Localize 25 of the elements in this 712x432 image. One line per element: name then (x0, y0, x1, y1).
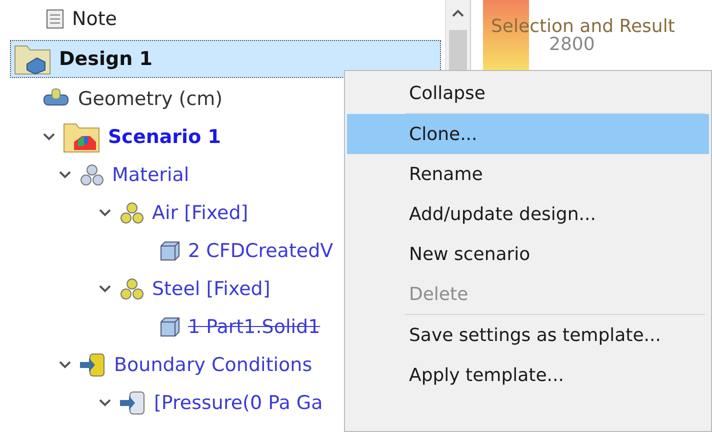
spheres-icon (118, 277, 146, 301)
tree-item-label[interactable]: Steel [Fixed] (152, 278, 270, 300)
tree-item-label[interactable]: Design 1 (59, 48, 152, 70)
menu-item[interactable]: Clone... (347, 114, 709, 154)
menu-item[interactable]: Add/update design... (347, 194, 709, 234)
menu-item[interactable]: New scenario (347, 234, 709, 274)
cube-icon (158, 239, 182, 263)
tree-item-label[interactable]: Scenario 1 (108, 126, 221, 148)
menu-item[interactable]: Apply template... (347, 355, 709, 395)
legend-tick-label: 2800 (549, 37, 596, 53)
tree-item-label[interactable]: 2 CFDCreatedV (188, 240, 334, 262)
tree-item-label[interactable]: Geometry (cm) (78, 88, 223, 110)
cube-icon (158, 315, 182, 339)
tree-item-highlight[interactable]: Design 1 (10, 40, 441, 78)
tree-item-label[interactable]: Boundary Conditions (114, 354, 312, 376)
document-icon (44, 8, 66, 30)
tree-item-label[interactable]: Air [Fixed] (152, 202, 248, 224)
menu-item[interactable]: Save settings as template... (347, 315, 709, 355)
spheres-icon (118, 201, 146, 225)
tree-item-label[interactable]: 1 Part1.Solid1 (188, 316, 320, 338)
spheres-icon (78, 163, 106, 187)
menu-item[interactable]: Rename (347, 154, 709, 194)
tree-item-label[interactable]: Note (72, 8, 117, 30)
tree-item-label[interactable]: [Pressure(0 Pa Ga (154, 392, 323, 414)
tree-item-label[interactable]: Material (112, 164, 190, 186)
